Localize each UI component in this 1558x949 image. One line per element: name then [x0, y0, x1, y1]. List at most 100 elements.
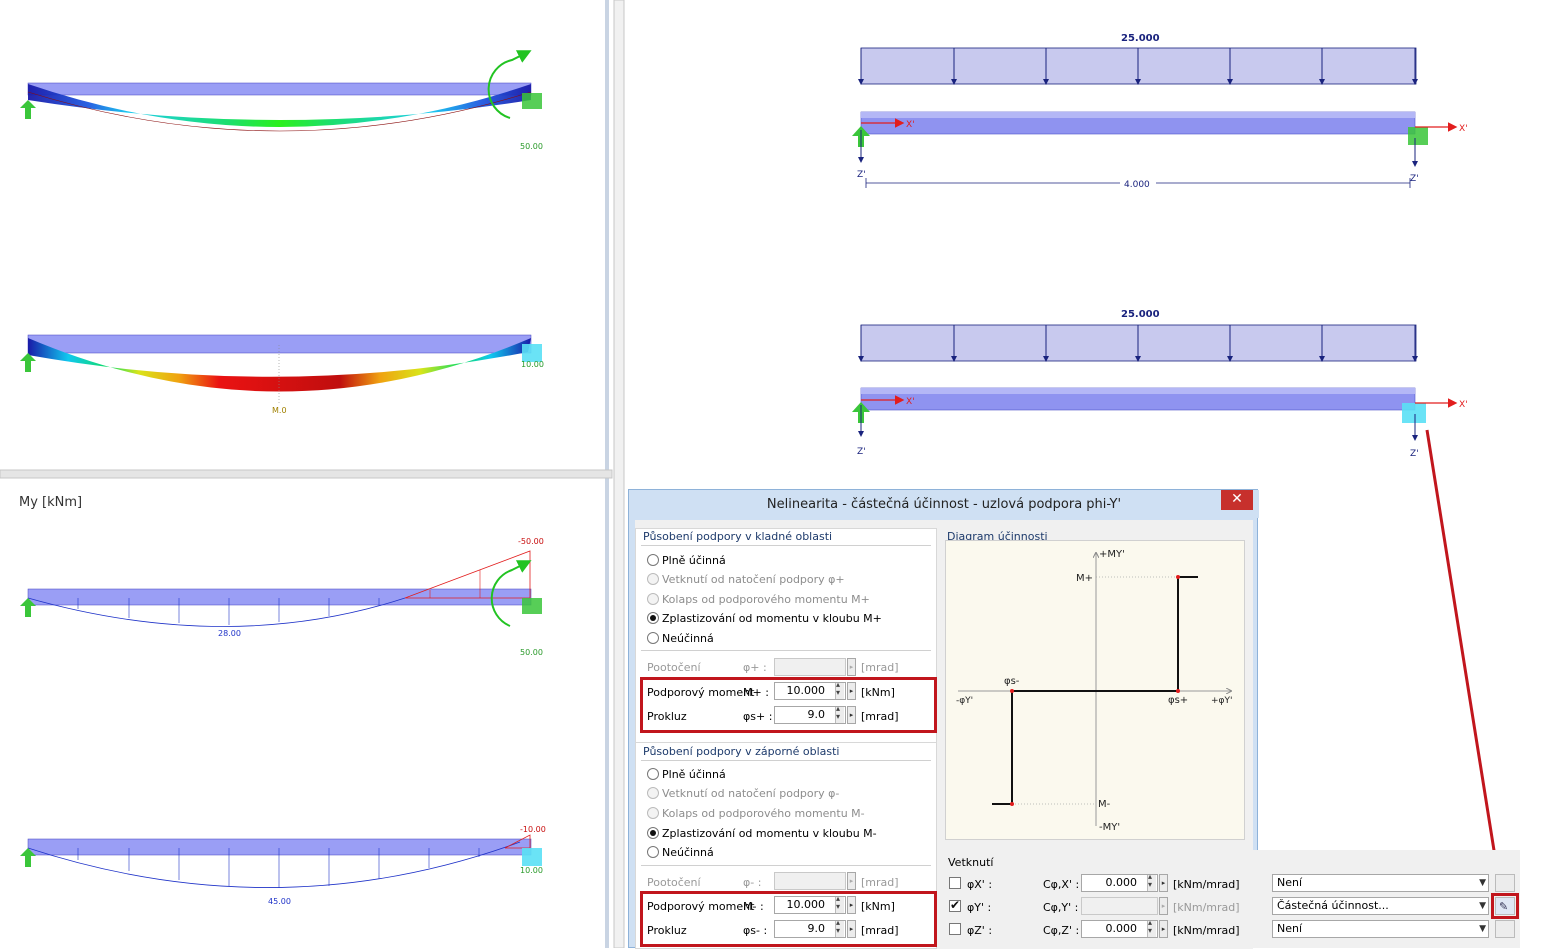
radio-button [647, 573, 659, 585]
model-view-bottom: 25.000 X' Z' X' Z' [852, 309, 1468, 459]
clamping-x-label: φX' : [967, 878, 993, 891]
radio-button [647, 593, 659, 605]
divider [641, 865, 931, 866]
divider [641, 650, 931, 651]
moment-1-top-value: -50.00 [518, 537, 544, 546]
clamping-y-label: φY' : [967, 901, 992, 914]
radio-label: Kolaps od podporového momentu M- [662, 807, 865, 820]
clamping-y-input [1081, 897, 1158, 915]
positive-rotation-arrow: ▸ [847, 658, 856, 676]
radio-button [647, 807, 659, 819]
radio-label: Zplastizování od momentu v kloubu M- [662, 827, 877, 840]
diagram-label-my-pos: +MY' [1099, 549, 1125, 560]
clamping-x-checkbox[interactable] [949, 877, 961, 889]
radio-button [647, 787, 659, 799]
radio-label: Neúčinná [662, 632, 714, 645]
radio-button[interactable] [647, 846, 659, 858]
annotation-arrow [1425, 429, 1508, 897]
radio-label: Neúčinná [662, 846, 714, 859]
moment-2-bottom-value: 10.00 [520, 866, 543, 875]
model-view-top: 25.000 X' Z' X' Z' 4.000 [852, 33, 1468, 190]
clamping-z-checkbox[interactable] [949, 923, 961, 935]
deformation-view-1: 50.00 [20, 50, 543, 151]
diagram-svg: +MY' M+ φs- φs+ +φY' -φY' M- -MY' [956, 549, 1232, 833]
deformation-2-right-value: 10.00 [521, 360, 544, 369]
model-bottom-axis-x: X' [906, 397, 915, 407]
clamping-x-unit: [kNm/mrad] [1173, 878, 1240, 891]
model-top-axis-z-right: Z' [1410, 174, 1419, 184]
negative-rotation-unit: [mrad] [861, 876, 899, 889]
radio-button[interactable] [647, 612, 659, 624]
negative-rotation-input [774, 872, 846, 890]
clamping-z-arrow[interactable]: ▸ [1159, 920, 1168, 938]
clamping-x-coef-label: Cφ,X' : [1043, 878, 1080, 891]
chevron-down-icon: ▼ [1479, 878, 1486, 888]
diagram-label-m-minus: M- [1098, 799, 1111, 810]
dialog-titlebar[interactable]: Nelinearita - částečná účinnost - uzlová… [629, 490, 1259, 518]
clamping-title: Vetknutí [948, 856, 994, 869]
moment-view-1: -50.00 28.00 50.00 [20, 537, 544, 657]
clamping-z-select-value: Není [1277, 922, 1303, 935]
clamping-x-edit-button [1495, 874, 1515, 892]
effectiveness-diagram: +MY' M+ φs- φs+ +φY' -φY' M- -MY' [945, 540, 1245, 840]
clamping-x-arrow[interactable]: ▸ [1159, 874, 1168, 892]
clamping-y-coef-label: Cφ,Y' : [1043, 901, 1079, 914]
moment-2-center-value: 45.00 [268, 897, 291, 906]
model-top-length: 4.000 [1124, 180, 1150, 190]
splitter-horizontal[interactable] [0, 469, 613, 479]
diagram-label-phi-y-neg: -φY' [956, 696, 973, 706]
dialog-title: Nelinearita - částečná účinnost - uzlová… [766, 497, 1122, 512]
divider [641, 545, 931, 546]
model-top-axis-x: X' [906, 120, 915, 130]
radio-label: Plně účinná [662, 768, 726, 781]
diagram-curve [992, 576, 1198, 805]
diagram-label-phi-s-minus: φs- [1004, 676, 1020, 687]
radio-label: Zplastizování od momentu v kloubu M+ [662, 612, 882, 625]
negative-rotation-arrow: ▸ [847, 872, 856, 890]
clamping-z-unit: [kNm/mrad] [1173, 924, 1240, 937]
negative-highlight-box [640, 891, 937, 947]
radio-label: Plně účinná [662, 554, 726, 567]
clamping-y-unit: [kNm/mrad] [1173, 901, 1240, 914]
positive-group-title: Působení podpory v kladné oblasti [643, 530, 833, 543]
moment-1-center-value: 28.00 [218, 629, 241, 638]
positive-highlight-box [640, 677, 937, 733]
divider [641, 760, 931, 761]
clamping-z-select[interactable]: Není ▼ [1272, 920, 1489, 938]
clamping-y-select-value: Částečná účinnost... [1277, 899, 1389, 912]
negative-group-title: Působení podpory v záporné oblasti [643, 745, 840, 758]
positive-rotation-input [774, 658, 846, 676]
radio-label: Kolaps od podporového momentu M+ [662, 593, 870, 606]
diagram-label-phi-s-plus: φs+ [1168, 695, 1188, 706]
radio-label: Vetknutí od natočení podpory φ- [662, 787, 840, 800]
negative-rotation-label: Pootočení [647, 876, 701, 889]
moment-2-top-value: -10.00 [520, 825, 546, 834]
negative-rotation-symbol: φ- : [743, 876, 762, 889]
clamping-x-select[interactable]: Není ▼ [1272, 874, 1489, 892]
close-button[interactable]: ✕ [1221, 490, 1253, 510]
clamping-x-select-value: Není [1277, 876, 1303, 889]
radio-button[interactable] [647, 632, 659, 644]
model-bottom-axis-z-right: Z' [1410, 449, 1419, 459]
radio-button[interactable] [647, 768, 659, 780]
deformation-2-center-value: M.0 [272, 406, 287, 415]
radio-label: Vetknutí od natočení podpory φ+ [662, 573, 845, 586]
clamping-y-checkbox[interactable] [949, 898, 961, 912]
radio-button[interactable] [647, 827, 659, 839]
clamping-x-spinner[interactable] [1147, 872, 1156, 891]
model-top-axis-z-left: Z' [857, 170, 866, 180]
model-top-load-value: 25.000 [1121, 33, 1160, 44]
diagram-label-my-neg: -MY' [1099, 822, 1120, 833]
model-bottom-axis-x-right: X' [1459, 400, 1468, 410]
positive-rotation-unit: [mrad] [861, 661, 899, 674]
radio-button[interactable] [647, 554, 659, 566]
edit-button-highlight [1491, 893, 1519, 919]
clamping-z-spinner[interactable] [1147, 918, 1156, 937]
clamping-y-select[interactable]: Částečná účinnost... ▼ [1272, 897, 1489, 915]
deformation-1-value: 50.00 [520, 142, 543, 151]
model-bottom-load-value: 25.000 [1121, 309, 1160, 320]
clamping-panel: Vetknutí φX' : Cφ,X' : 0.000 ▸ [kNm/mrad… [940, 850, 1520, 948]
clamping-z-coef-label: Cφ,Z' : [1043, 924, 1080, 937]
splitter-vertical-2[interactable] [613, 0, 625, 948]
moment-panel-title: My [kNm] [19, 495, 83, 510]
